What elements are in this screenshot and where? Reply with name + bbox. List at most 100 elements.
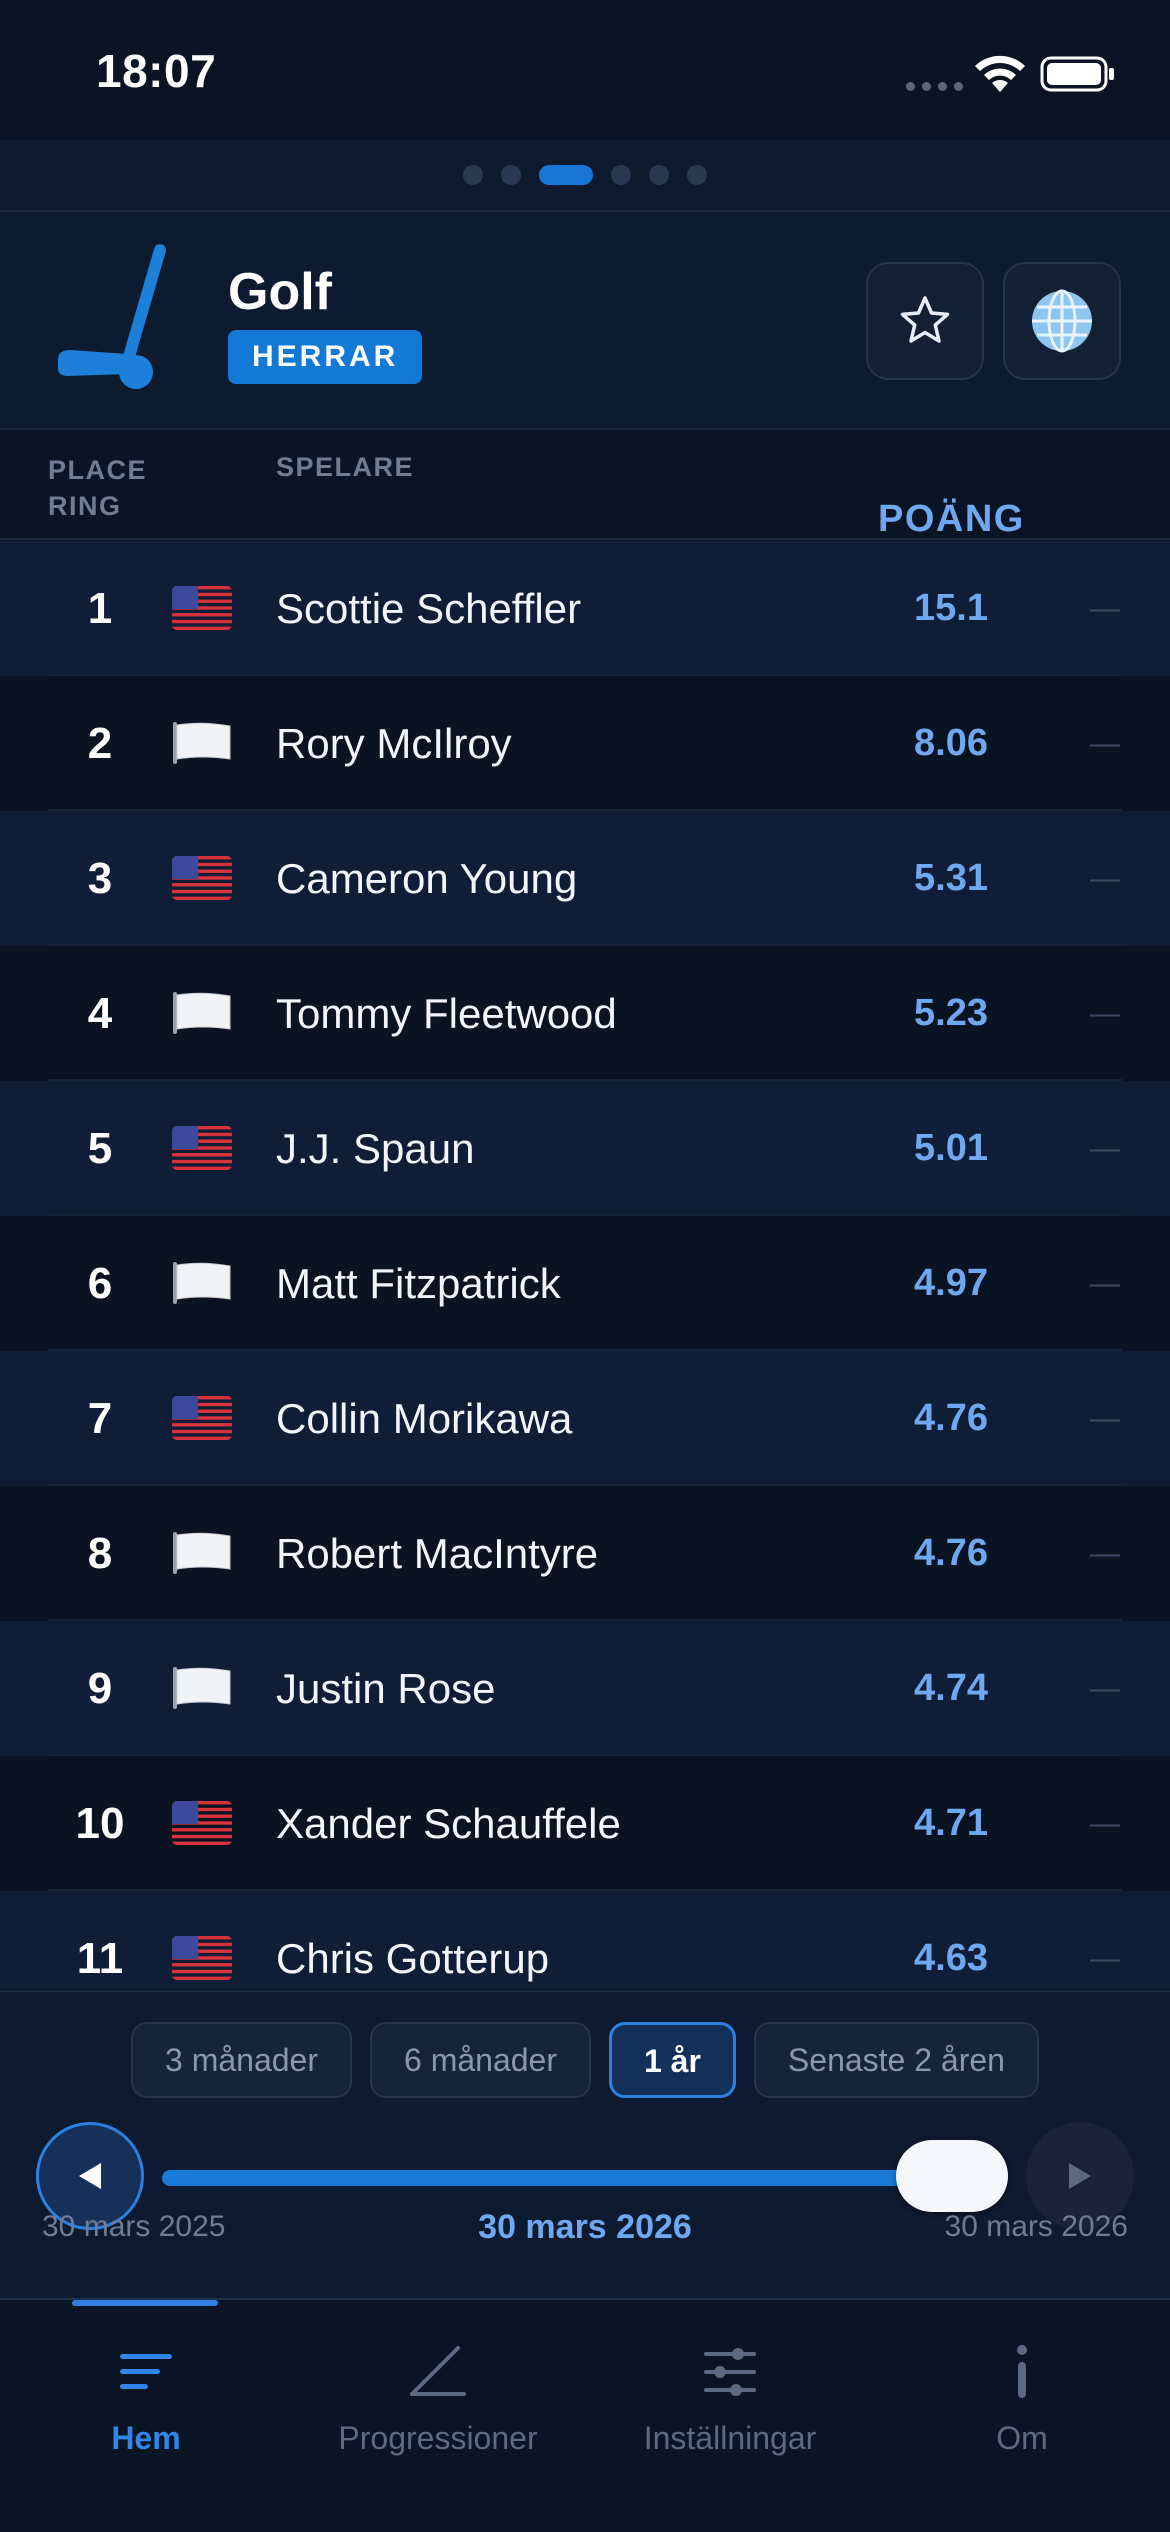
rank-change: — xyxy=(1090,1807,1120,1840)
page-dot[interactable] xyxy=(649,165,669,185)
rank-number: 1 xyxy=(87,584,113,633)
player-points: 4.76 xyxy=(914,1397,988,1439)
us-flag-icon xyxy=(172,1126,232,1170)
rank-change: — xyxy=(1090,997,1120,1030)
page-dot[interactable] xyxy=(687,165,707,185)
period-button[interactable]: 3 månader xyxy=(131,2022,352,2098)
rank-change: — xyxy=(1090,862,1120,895)
table-row[interactable]: 3 Cameron Young 5.31 — xyxy=(0,811,1170,946)
rank-number: 3 xyxy=(87,854,113,903)
triangle-left-icon xyxy=(79,2163,101,2189)
cellular-signal-icon xyxy=(906,82,963,91)
us-flag-icon xyxy=(172,1396,232,1440)
golf-club-icon xyxy=(58,244,166,389)
rank-number: 4 xyxy=(87,989,113,1038)
rank-change: — xyxy=(1090,592,1120,625)
page-dot[interactable] xyxy=(463,165,483,185)
tab-about-label: Om xyxy=(996,2420,1048,2456)
page-indicator[interactable] xyxy=(0,140,1170,212)
tab-progressions[interactable]: Progressioner xyxy=(292,2340,584,2470)
player-name: Cameron Young xyxy=(276,855,578,902)
rank-number: 2 xyxy=(87,719,113,768)
period-button[interactable]: Senaste 2 åren xyxy=(753,2022,1039,2098)
player-name: Rory McIlroy xyxy=(276,720,512,767)
table-row[interactable]: 4 Tommy Fleetwood 5.23 — xyxy=(0,946,1170,1081)
tab-settings[interactable]: Inställningar xyxy=(584,2340,876,2470)
white-flag-icon xyxy=(173,1532,231,1574)
player-name: Scottie Scheffler xyxy=(276,585,582,632)
rank-number: 9 xyxy=(87,1664,113,1713)
table-row[interactable]: 2 Rory McIlroy 8.06 — xyxy=(0,676,1170,811)
player-name: Collin Morikawa xyxy=(276,1395,573,1442)
sport-header: Golf HERRAR xyxy=(0,212,1170,430)
player-name: Justin Rose xyxy=(276,1665,496,1712)
tab-bar: Hem Progressioner Inställningar Om xyxy=(0,2300,1170,2532)
table-row[interactable]: 11 Chris Gotterup 4.63 — xyxy=(0,1891,1170,1989)
player-points: 4.97 xyxy=(914,1262,988,1304)
table-row[interactable]: 7 Collin Morikawa 4.76 — xyxy=(0,1351,1170,1486)
star-icon xyxy=(900,296,950,343)
sport-title: Golf xyxy=(228,263,332,321)
table-row[interactable]: 5 J.J. Spaun 5.01 — xyxy=(0,1081,1170,1216)
player-name: Matt Fitzpatrick xyxy=(276,1260,561,1307)
white-flag-icon xyxy=(173,1667,231,1709)
white-flag-icon xyxy=(173,992,231,1034)
rank-change: — xyxy=(1090,727,1120,760)
rank-number: 10 xyxy=(75,1799,125,1848)
status-time: 18:07 xyxy=(96,45,217,97)
rank-number: 5 xyxy=(87,1124,113,1173)
page-dot-active[interactable] xyxy=(539,165,593,185)
battery-icon xyxy=(1040,56,1114,92)
rank-change: — xyxy=(1090,1402,1120,1435)
white-flag-icon xyxy=(173,722,231,764)
page-dot[interactable] xyxy=(501,165,521,185)
rank-number: 11 xyxy=(76,1934,124,1983)
table-row[interactable]: 8 Robert MacIntyre 4.76 — xyxy=(0,1486,1170,1621)
rank-change: — xyxy=(1090,1537,1120,1570)
table-row[interactable]: 6 Matt Fitzpatrick 4.97 — xyxy=(0,1216,1170,1351)
player-points: 8.06 xyxy=(914,722,988,764)
ranking-list[interactable]: 1 Scottie Scheffler 15.1 — 2 Rory McIlroy 8.06… xyxy=(0,541,1170,1989)
tab-home-label: Hem xyxy=(111,2420,181,2456)
player-points: 15.1 xyxy=(914,587,988,629)
period-button[interactable]: 6 månader xyxy=(370,2022,591,2098)
timeline-slider-fill xyxy=(162,2170,952,2186)
rank-change: — xyxy=(1090,1267,1120,1300)
page-dot[interactable] xyxy=(611,165,631,185)
category-badge[interactable]: HERRAR xyxy=(228,330,423,384)
player-name: Tommy Fleetwood xyxy=(276,990,617,1037)
table-row[interactable]: 10 Xander Schauffele 4.71 — xyxy=(0,1756,1170,1891)
info-icon xyxy=(1017,2345,1027,2398)
tab-settings-label: Inställningar xyxy=(643,2420,817,2456)
wifi-icon xyxy=(975,55,1025,92)
tab-home[interactable]: Hem xyxy=(0,2340,292,2470)
player-points: 4.63 xyxy=(914,1937,988,1979)
period-button[interactable]: 1 år xyxy=(608,2022,736,2098)
rank-number: 6 xyxy=(87,1259,113,1308)
tab-about[interactable]: Om xyxy=(876,2340,1168,2470)
home-lines-icon xyxy=(120,2354,172,2389)
active-tab-indicator xyxy=(72,2300,218,2306)
player-column-header: SPELARE xyxy=(276,452,415,482)
tab-progressions-label: Progressioner xyxy=(338,2420,538,2456)
table-row[interactable]: 1 Scottie Scheffler 15.1 — xyxy=(0,541,1170,676)
rank-number: 8 xyxy=(87,1529,113,1578)
us-flag-icon xyxy=(172,856,232,900)
sliders-icon xyxy=(704,2348,756,2396)
timeline-slider[interactable] xyxy=(162,2140,1008,2212)
rank-change: — xyxy=(1090,1132,1120,1165)
rank-column-header: PLACE RING xyxy=(48,455,148,521)
period-selector: 3 månader 6 månader 1 år Senaste 2 åren xyxy=(0,2022,1170,2098)
favorite-button[interactable] xyxy=(866,262,984,380)
white-flag-icon xyxy=(173,1262,231,1304)
timeline-slider-thumb[interactable] xyxy=(896,2140,1008,2212)
player-points: 5.31 xyxy=(914,857,988,899)
progression-icon xyxy=(410,2346,466,2396)
player-name: J.J. Spaun xyxy=(276,1125,475,1172)
player-points: 4.71 xyxy=(914,1802,988,1844)
table-row[interactable]: 9 Justin Rose 4.74 — xyxy=(0,1621,1170,1756)
player-name: Robert MacIntyre xyxy=(276,1530,599,1577)
player-points: 4.74 xyxy=(914,1667,988,1709)
region-button[interactable] xyxy=(1003,262,1121,380)
player-name: Chris Gotterup xyxy=(276,1935,550,1982)
